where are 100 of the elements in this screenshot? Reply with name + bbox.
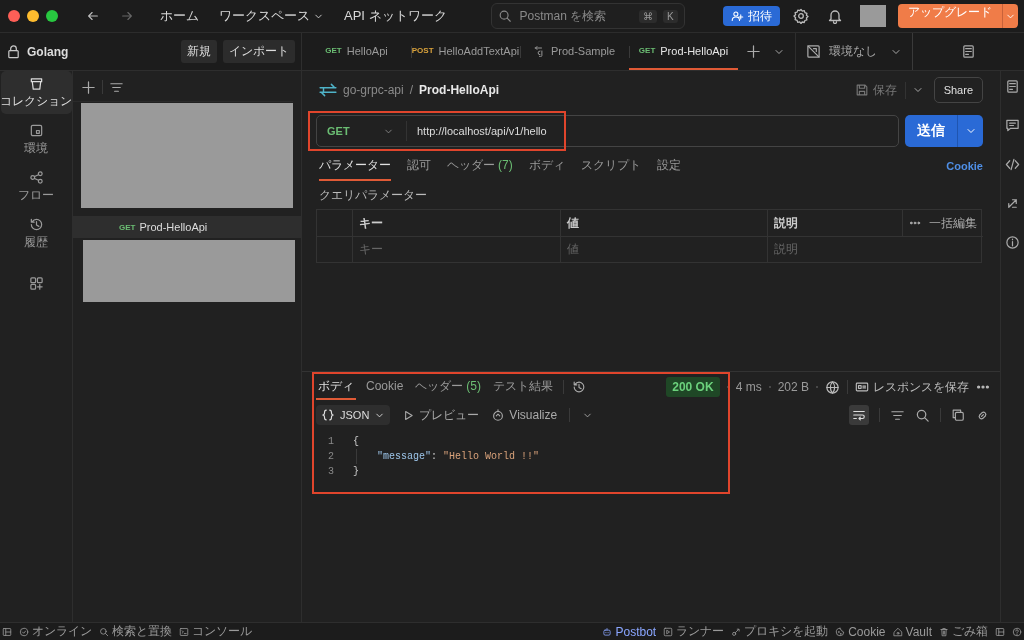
response-size: 202 B [777, 380, 809, 394]
search-icon [915, 407, 930, 423]
copy-button[interactable] [951, 408, 965, 422]
search-button[interactable] [915, 407, 930, 423]
nav-menu-item[interactable]: ワークスペース [219, 7, 324, 25]
status-bar-item[interactable] [995, 626, 1005, 637]
status-bar-item[interactable]: Cookie [835, 624, 886, 639]
trash-can-icon [28, 76, 44, 91]
cookies-link[interactable]: Cookie [946, 151, 983, 181]
status-bar-item[interactable]: ランナー [663, 623, 725, 640]
invite-button[interactable]: 招待 [723, 6, 780, 26]
environment-selector[interactable]: 環境なし [795, 33, 913, 70]
request-section-tab[interactable]: ヘッダー (7) [447, 151, 513, 181]
save-response-button[interactable]: レスポンスを保存 [855, 378, 969, 396]
request-section-tab[interactable]: 設定 [656, 151, 681, 181]
status-bar-item[interactable] [1012, 626, 1022, 637]
column-header: 説明 [768, 210, 903, 236]
cookie-icon [835, 626, 846, 637]
save-button[interactable]: 保存 [854, 81, 906, 99]
code-line: } [352, 465, 359, 479]
history-icon [28, 217, 44, 232]
new-button[interactable]: 新規 [181, 40, 217, 63]
variables-button[interactable] [961, 44, 976, 59]
search-field[interactable]: Postman を検索 ⌘ K [490, 3, 685, 29]
status-bar-item[interactable]: ごみ箱 [939, 623, 988, 640]
wrap-lines-button[interactable] [849, 405, 869, 425]
method-select[interactable]: GET [317, 121, 407, 141]
status-bar-item[interactable]: 検索と置換 [99, 623, 172, 640]
status-bar-item[interactable] [2, 626, 12, 637]
visualize-icon [491, 408, 506, 422]
network-button[interactable] [825, 379, 840, 395]
lock-icon [6, 44, 21, 59]
check-circle-icon [19, 626, 29, 637]
status-bar-item[interactable]: コンソール [179, 623, 252, 640]
line-number: 1 [327, 435, 334, 449]
format-select[interactable]: JSON [316, 405, 391, 425]
import-button[interactable]: インポート [223, 40, 295, 63]
shortcut-key: ⌘ [638, 9, 657, 23]
nav-menu-item[interactable]: API ネットワーク [344, 7, 447, 25]
request-section-tab[interactable]: ボディ [528, 151, 565, 181]
sidebar-nav-item[interactable]: 環境 [0, 118, 72, 161]
request-tab[interactable]: GET HelloApi [302, 33, 411, 70]
request-section-tab[interactable]: スクリプト [580, 151, 641, 181]
info-button[interactable] [1005, 235, 1020, 250]
status-bar-item[interactable]: Vault [892, 624, 932, 639]
bulk-edit-button[interactable]: 一括編集 [903, 210, 983, 236]
layout-icon [995, 626, 1005, 637]
visualize-button[interactable]: Visualize [491, 408, 558, 422]
status-bar-item[interactable]: プロキシを起動 [731, 623, 829, 640]
card-icon [855, 380, 869, 394]
request-tab[interactable]: POST HelloAddTextApi [411, 33, 520, 70]
sidebar-nav-item[interactable]: フロー [0, 165, 72, 208]
http-icon [319, 81, 337, 99]
graphql-icon [533, 44, 546, 57]
runner-icon [663, 626, 674, 637]
robot-icon [602, 626, 613, 637]
plus-icon [746, 44, 761, 59]
column-header: 値 [561, 210, 768, 236]
maximize-window-dot[interactable] [46, 10, 58, 22]
request-section-tab[interactable]: 認可 [407, 151, 431, 181]
breadcrumb-separator: / [409, 83, 414, 97]
code-button[interactable] [1005, 157, 1020, 172]
response-tab[interactable]: ヘッダー (5) [413, 374, 484, 400]
history-icon [572, 380, 587, 394]
response-tab[interactable]: ボディ [316, 374, 356, 400]
response-tab[interactable]: Cookie [364, 374, 406, 400]
related-button[interactable] [1005, 196, 1020, 211]
comments-button[interactable] [1005, 118, 1020, 133]
nav-menu-item[interactable]: ホーム [160, 7, 199, 25]
apps-grid-icon [28, 276, 44, 291]
new-tab-button[interactable] [746, 44, 761, 59]
sidebar-nav-item[interactable]: 履歴 [0, 212, 72, 255]
request-tab[interactable]: Prod-Sample [520, 33, 629, 70]
arrows-icon [1005, 196, 1020, 211]
proxy-icon [731, 626, 742, 637]
info-icon [1005, 235, 1020, 250]
add-button[interactable] [81, 79, 96, 95]
forward-arrow-icon [120, 9, 134, 23]
search-input[interactable]: Postman を検索 [517, 8, 633, 24]
url-bar[interactable]: GET http://localhost/api/v1/hello [316, 115, 899, 147]
minimize-window-dot[interactable] [27, 10, 39, 22]
console-icon [179, 626, 189, 637]
sidebar-nav-item[interactable]: コレクション [0, 71, 72, 114]
document-icon [961, 44, 976, 59]
response-tab[interactable]: テスト結果 [491, 374, 556, 400]
status-bar-item[interactable]: Postbot [602, 624, 657, 639]
close-window-dot[interactable] [8, 10, 20, 22]
request-tab[interactable]: GET Prod-HelloApi [629, 33, 738, 70]
plus-icon [81, 79, 96, 95]
request-section-tab[interactable]: パラメーター [319, 151, 391, 181]
share-button[interactable]: Share [933, 77, 983, 103]
url-field[interactable]: http://localhost/api/v1/hello [407, 124, 898, 138]
preview-button[interactable]: プレビュー [402, 406, 480, 424]
tree-item[interactable]: GET Prod-HelloApi [73, 216, 301, 238]
document-icon [1005, 79, 1020, 94]
status-bar-item[interactable]: オンライン [19, 623, 92, 640]
documentation-button[interactable] [1005, 79, 1020, 94]
code-line: "message": "Hello World !!" [356, 449, 540, 464]
help-icon [1012, 626, 1022, 637]
breadcrumb-link[interactable]: go-grpc-api [343, 83, 404, 97]
